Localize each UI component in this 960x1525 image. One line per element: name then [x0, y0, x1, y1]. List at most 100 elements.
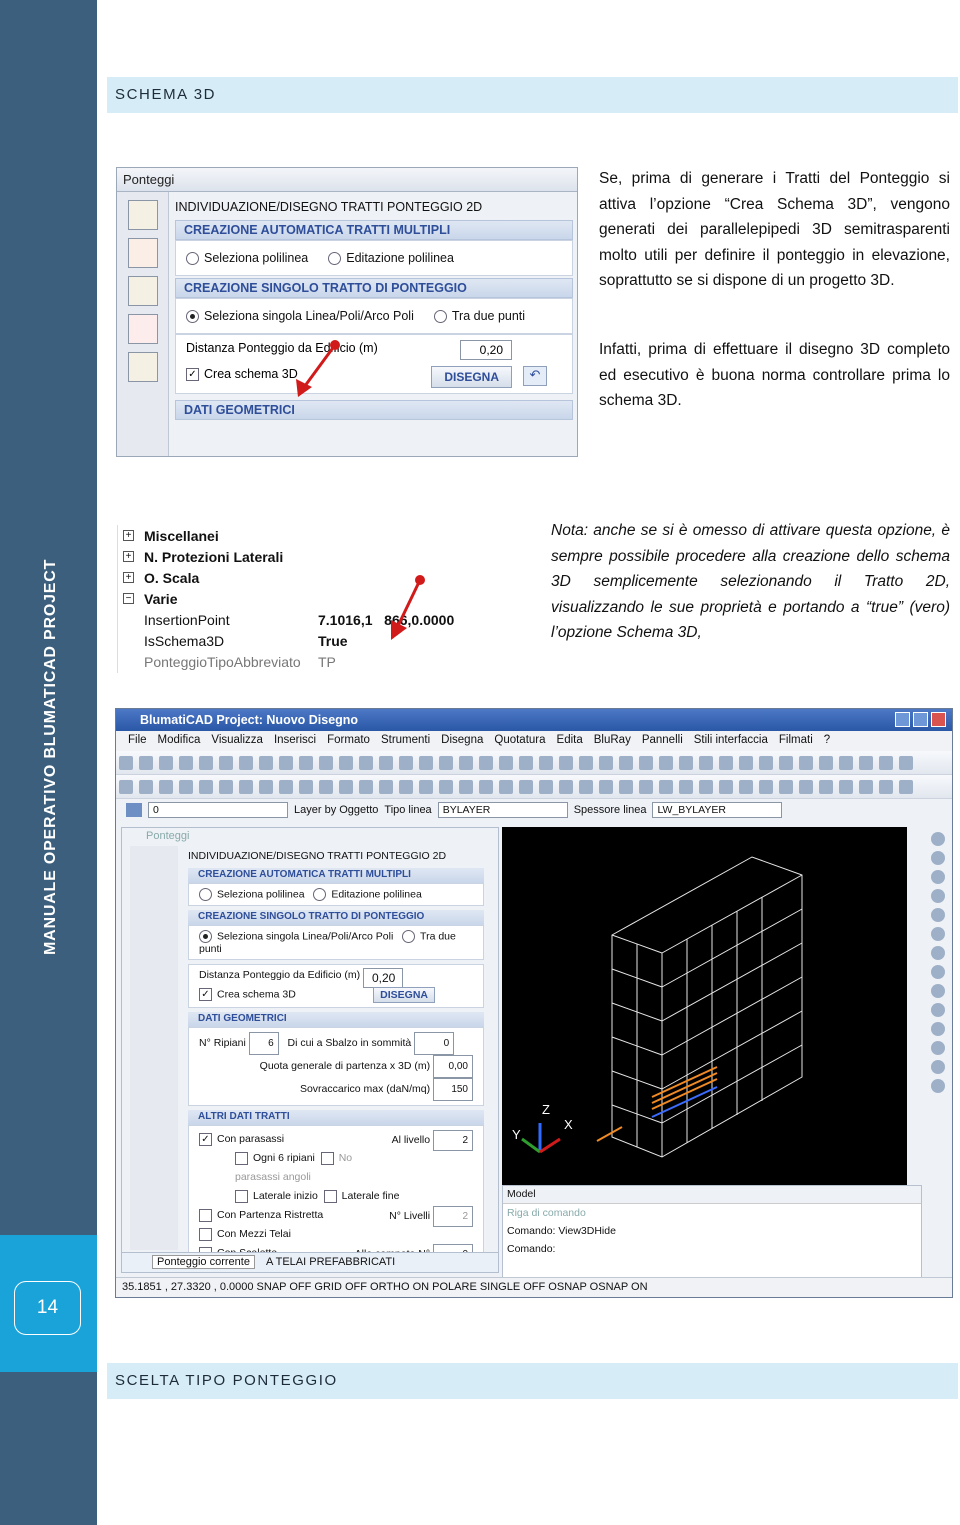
tool-icon[interactable]: [399, 780, 413, 794]
tool-icon[interactable]: [499, 756, 513, 770]
view-tool-icon[interactable]: [931, 946, 945, 960]
tool-icon[interactable]: [439, 756, 453, 770]
tool-icon[interactable]: [299, 780, 313, 794]
layer-select[interactable]: 0: [148, 802, 288, 818]
tool-icon[interactable]: [319, 756, 333, 770]
tool-icon[interactable]: [839, 780, 853, 794]
tool-icon[interactable]: [119, 756, 133, 770]
sovraccarico-input[interactable]: 150: [433, 1078, 473, 1101]
radio-icon[interactable]: [402, 930, 416, 943]
tool-icon[interactable]: [159, 756, 173, 770]
tab-ponteggio-corrente[interactable]: Ponteggio corrente: [152, 1255, 255, 1269]
property-row[interactable]: IsSchema3D True: [118, 630, 536, 651]
view-tool-icon[interactable]: [931, 984, 945, 998]
expander-icon[interactable]: +: [123, 530, 134, 541]
tool-icon[interactable]: [419, 780, 433, 794]
layer-by-object[interactable]: Layer by Oggetto: [294, 804, 378, 816]
tool-icon[interactable]: [399, 756, 413, 770]
tool-icon[interactable]: [359, 780, 373, 794]
tool-icon[interactable]: [659, 780, 673, 794]
property-row[interactable]: PonteggioTipoAbbreviato TP: [118, 651, 536, 672]
minimize-icon[interactable]: [895, 712, 910, 727]
view-tool-icon[interactable]: [931, 1079, 945, 1093]
checkbox-icon[interactable]: [199, 1227, 212, 1241]
tool-icon[interactable]: [779, 780, 793, 794]
tool-icon[interactable]: [879, 780, 893, 794]
radio-icon[interactable]: [199, 888, 212, 901]
tool-icon[interactable]: [379, 756, 393, 770]
property-row[interactable]: + N. Protezioni Laterali: [118, 546, 536, 567]
option-single-line[interactable]: Seleziona singola Linea/Poli/Arco Poli: [186, 309, 414, 324]
tool-icon[interactable]: [719, 780, 733, 794]
tool-icon[interactable]: [519, 780, 533, 794]
tool-icon[interactable]: [799, 756, 813, 770]
tool-icon[interactable]: [639, 756, 653, 770]
view-tool-icon[interactable]: [931, 1003, 945, 1017]
property-row[interactable]: + O. Scala: [118, 567, 536, 588]
menu-item[interactable]: Quotatura: [494, 734, 545, 748]
draw-button[interactable]: DISEGNA: [431, 366, 512, 388]
tool-icon[interactable]: [359, 756, 373, 770]
model-tab[interactable]: Model: [503, 1186, 921, 1204]
tool-icon[interactable]: [499, 780, 513, 794]
tool-icon[interactable]: [299, 756, 313, 770]
cad-viewport[interactable]: Z Y X: [502, 827, 907, 1185]
tool-icon[interactable]: [899, 756, 913, 770]
expander-icon[interactable]: +: [123, 572, 134, 583]
tool-icon[interactable]: [459, 780, 473, 794]
tool-icon[interactable]: [739, 780, 753, 794]
tool-icon[interactable]: [479, 780, 493, 794]
tool-icon[interactable]: [739, 756, 753, 770]
view-tool-icon[interactable]: [931, 832, 945, 846]
tool-icon[interactable]: [479, 756, 493, 770]
menu-item[interactable]: ?: [824, 734, 830, 748]
checkbox-icon[interactable]: [323, 1189, 337, 1203]
property-row[interactable]: + Miscellanei: [118, 525, 536, 546]
menu-item[interactable]: Pannelli: [642, 734, 683, 748]
tool-icon[interactable]: [259, 780, 273, 794]
option-two-points[interactable]: Tra due punti: [433, 309, 525, 324]
tool-icon[interactable]: [799, 780, 813, 794]
tool-icon[interactable]: [659, 756, 673, 770]
layer-icon[interactable]: [126, 803, 142, 817]
expander-icon[interactable]: −: [123, 593, 134, 604]
tool-icon[interactable]: [699, 780, 713, 794]
tool-icon[interactable]: [219, 756, 233, 770]
tool-icon[interactable]: [699, 756, 713, 770]
tool-icon[interactable]: [279, 756, 293, 770]
tool-icon[interactable]: [899, 780, 913, 794]
distance-input[interactable]: 0,20: [363, 968, 403, 988]
tool-icon[interactable]: [279, 780, 293, 794]
view-tool-icon[interactable]: [931, 965, 945, 979]
menu-item[interactable]: File: [128, 734, 147, 748]
view-tool-icon[interactable]: [931, 889, 945, 903]
checkbox-icon[interactable]: [199, 1208, 212, 1222]
draw-button[interactable]: DISEGNA: [373, 987, 435, 1003]
checkbox-icon[interactable]: [235, 1189, 248, 1203]
tool-icon[interactable]: [179, 780, 193, 794]
maximize-icon[interactable]: [913, 712, 928, 727]
menu-item[interactable]: Modifica: [158, 734, 201, 748]
menu-item[interactable]: Visualizza: [211, 734, 263, 748]
tool-icon[interactable]: [199, 780, 213, 794]
check-icon[interactable]: ✓: [199, 1132, 212, 1146]
tool-icon[interactable]: [559, 780, 573, 794]
property-row[interactable]: − Varie: [118, 588, 536, 609]
radio-checked-icon[interactable]: [199, 930, 212, 943]
view-tool-icon[interactable]: [931, 1060, 945, 1074]
tool-icon[interactable]: [759, 756, 773, 770]
view-tool-icon[interactable]: [931, 927, 945, 941]
tool-icon[interactable]: [679, 756, 693, 770]
tool-icon[interactable]: [459, 756, 473, 770]
tool-icon[interactable]: [719, 756, 733, 770]
menu-item[interactable]: Filmati: [779, 734, 813, 748]
option-select-polyline[interactable]: Seleziona polilinea: [186, 251, 308, 266]
tool-icon[interactable]: [379, 780, 393, 794]
view-tool-icon[interactable]: [931, 1041, 945, 1055]
tool-icon[interactable]: [619, 780, 633, 794]
tool-icon[interactable]: [779, 756, 793, 770]
property-row[interactable]: InsertionPoint 7.1016,1 866,0.0000: [118, 609, 536, 630]
lineweight-select[interactable]: LW_BYLAYER: [652, 802, 783, 818]
tool-icon[interactable]: [139, 780, 153, 794]
command-prompt[interactable]: Comando:: [503, 1240, 921, 1258]
